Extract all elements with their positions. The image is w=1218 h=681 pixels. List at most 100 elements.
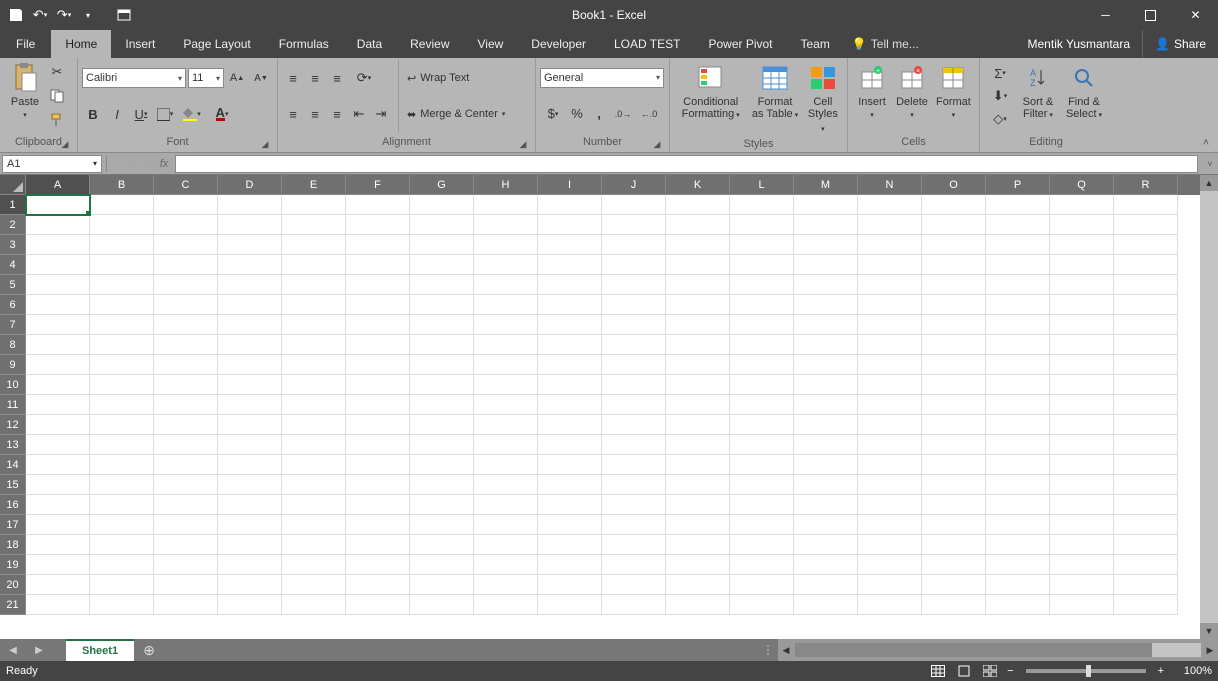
collapse-ribbon-icon[interactable]: ˄	[1198, 136, 1214, 150]
cell-O2[interactable]	[922, 215, 986, 235]
cell-G8[interactable]	[410, 335, 474, 355]
cell-N6[interactable]	[858, 295, 922, 315]
tab-power-pivot[interactable]: Power Pivot	[694, 30, 786, 58]
increase-font-icon[interactable]: A▲	[227, 68, 247, 88]
cell-B10[interactable]	[90, 375, 154, 395]
cell-I17[interactable]	[538, 515, 602, 535]
cell-F21[interactable]	[346, 595, 410, 615]
insert-cells-button[interactable]: + Insert▾	[852, 60, 892, 124]
cell-H13[interactable]	[474, 435, 538, 455]
cell-D3[interactable]	[218, 235, 282, 255]
tab-review[interactable]: Review	[396, 30, 463, 58]
save-icon[interactable]	[8, 7, 24, 23]
cell-I1[interactable]	[538, 195, 602, 215]
cell-N14[interactable]	[858, 455, 922, 475]
tab-page-layout[interactable]: Page Layout	[169, 30, 264, 58]
cell-L12[interactable]	[730, 415, 794, 435]
name-box[interactable]: A1▾	[2, 155, 102, 173]
cell-M15[interactable]	[794, 475, 858, 495]
cell-E3[interactable]	[282, 235, 346, 255]
tab-load-test[interactable]: LOAD TEST	[600, 30, 694, 58]
font-size-combo[interactable]: 11▾	[188, 68, 224, 88]
cell-L20[interactable]	[730, 575, 794, 595]
cell-B12[interactable]	[90, 415, 154, 435]
column-header-N[interactable]: N	[858, 175, 922, 195]
cell-E1[interactable]	[282, 195, 346, 215]
cell-P1[interactable]	[986, 195, 1050, 215]
clear-button[interactable]: ◇▾	[987, 109, 1013, 129]
cell-P14[interactable]	[986, 455, 1050, 475]
cell-O4[interactable]	[922, 255, 986, 275]
cell-I8[interactable]	[538, 335, 602, 355]
cell-B13[interactable]	[90, 435, 154, 455]
cell-H20[interactable]	[474, 575, 538, 595]
cell-C21[interactable]	[154, 595, 218, 615]
cell-N20[interactable]	[858, 575, 922, 595]
cell-A3[interactable]	[26, 235, 90, 255]
tab-data[interactable]: Data	[343, 30, 396, 58]
column-header-H[interactable]: H	[474, 175, 538, 195]
cell-A19[interactable]	[26, 555, 90, 575]
cell-H15[interactable]	[474, 475, 538, 495]
copy-button[interactable]	[47, 86, 67, 106]
comma-format-button[interactable]: ,	[589, 104, 609, 124]
cell-E14[interactable]	[282, 455, 346, 475]
tab-team[interactable]: Team	[787, 30, 844, 58]
row-header-21[interactable]: 21	[0, 595, 26, 615]
cell-O6[interactable]	[922, 295, 986, 315]
expand-formula-bar-icon[interactable]: ˅	[1202, 159, 1218, 169]
scroll-up-icon[interactable]: ▲	[1200, 175, 1218, 191]
cell-R5[interactable]	[1114, 275, 1178, 295]
cell-L8[interactable]	[730, 335, 794, 355]
cell-E15[interactable]	[282, 475, 346, 495]
cell-F14[interactable]	[346, 455, 410, 475]
enter-formula-icon[interactable]: ✓	[131, 155, 153, 173]
cell-A11[interactable]	[26, 395, 90, 415]
cell-B1[interactable]	[90, 195, 154, 215]
cell-H17[interactable]	[474, 515, 538, 535]
alignment-launcher-icon[interactable]: ◢	[517, 138, 529, 150]
cell-Q1[interactable]	[1050, 195, 1114, 215]
cell-C15[interactable]	[154, 475, 218, 495]
cell-M16[interactable]	[794, 495, 858, 515]
cell-C14[interactable]	[154, 455, 218, 475]
font-launcher-icon[interactable]: ◢	[259, 138, 271, 150]
cell-F5[interactable]	[346, 275, 410, 295]
cell-A18[interactable]	[26, 535, 90, 555]
cell-L18[interactable]	[730, 535, 794, 555]
row-header-1[interactable]: 1	[0, 195, 26, 215]
cell-B18[interactable]	[90, 535, 154, 555]
tab-developer[interactable]: Developer	[517, 30, 600, 58]
cell-G7[interactable]	[410, 315, 474, 335]
column-header-O[interactable]: O	[922, 175, 986, 195]
cell-A16[interactable]	[26, 495, 90, 515]
share-button[interactable]: 👤Share	[1142, 30, 1218, 58]
column-header-G[interactable]: G	[410, 175, 474, 195]
cell-E20[interactable]	[282, 575, 346, 595]
column-header-M[interactable]: M	[794, 175, 858, 195]
cell-O7[interactable]	[922, 315, 986, 335]
cell-A1[interactable]	[26, 195, 90, 215]
cell-K11[interactable]	[666, 395, 730, 415]
cell-P19[interactable]	[986, 555, 1050, 575]
number-launcher-icon[interactable]: ◢	[651, 138, 663, 150]
cell-H4[interactable]	[474, 255, 538, 275]
new-sheet-button[interactable]: ⊕	[134, 639, 164, 661]
cell-K18[interactable]	[666, 535, 730, 555]
cell-P6[interactable]	[986, 295, 1050, 315]
cell-F10[interactable]	[346, 375, 410, 395]
cell-Q5[interactable]	[1050, 275, 1114, 295]
row-header-14[interactable]: 14	[0, 455, 26, 475]
cell-I6[interactable]	[538, 295, 602, 315]
cell-P16[interactable]	[986, 495, 1050, 515]
paste-button[interactable]: Paste▾	[4, 60, 46, 124]
cell-H3[interactable]	[474, 235, 538, 255]
bold-button[interactable]: B	[83, 104, 103, 124]
cell-E16[interactable]	[282, 495, 346, 515]
cell-L1[interactable]	[730, 195, 794, 215]
cell-E10[interactable]	[282, 375, 346, 395]
cell-M14[interactable]	[794, 455, 858, 475]
cell-B21[interactable]	[90, 595, 154, 615]
column-header-A[interactable]: A	[26, 175, 90, 195]
cell-B2[interactable]	[90, 215, 154, 235]
